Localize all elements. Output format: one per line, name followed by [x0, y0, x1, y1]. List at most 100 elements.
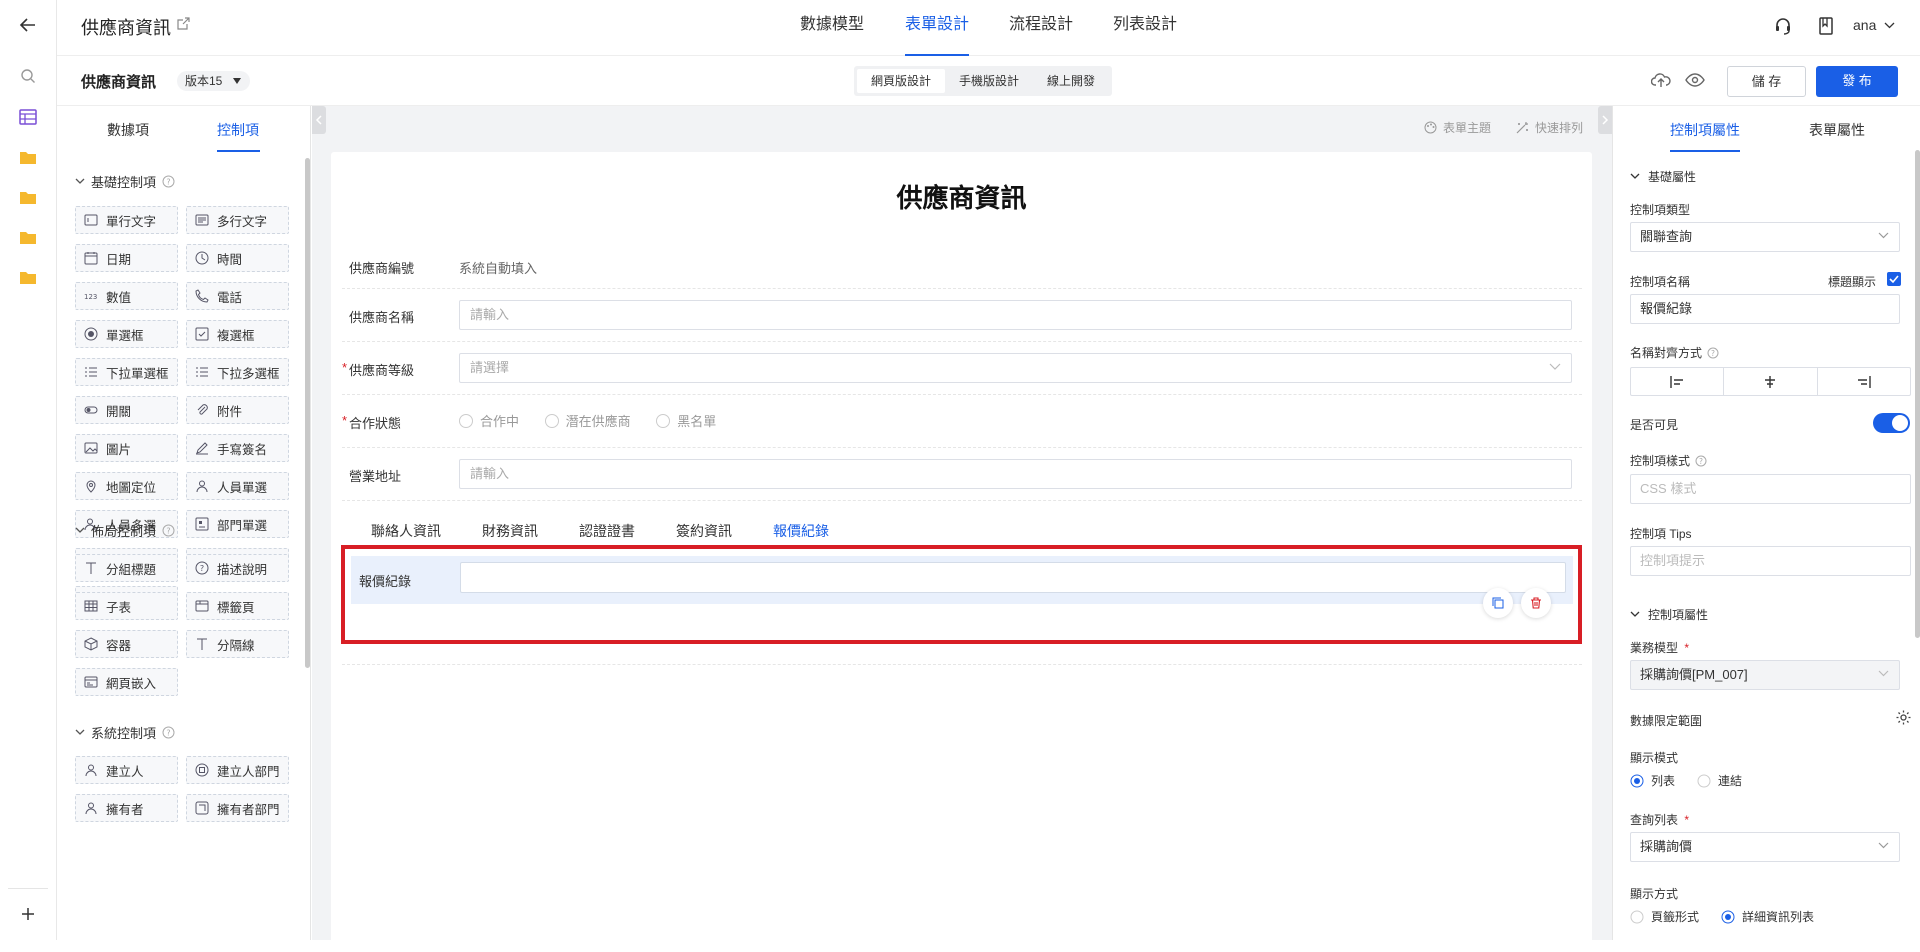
- folder-icon[interactable]: [17, 186, 39, 208]
- address-input[interactable]: 請輸入: [459, 459, 1572, 489]
- user-menu[interactable]: ana: [1853, 17, 1876, 33]
- tab-form-design[interactable]: 表單設計: [905, 0, 970, 56]
- field-row-cooperation-status[interactable]: * 合作狀態 合作中 潛在供應商 黑名單: [342, 395, 1582, 448]
- scrollbar[interactable]: [305, 158, 310, 668]
- tab-list-design[interactable]: 列表設計: [1113, 0, 1177, 56]
- control-item[interactable]: 分組標題: [75, 554, 178, 582]
- control-item[interactable]: 建立人: [75, 756, 178, 784]
- subtab-contacts[interactable]: 聯絡人資訊: [371, 521, 441, 541]
- subtab-contract[interactable]: 簽約資訊: [676, 521, 732, 541]
- mode-mobile[interactable]: 手機版設計: [945, 69, 1033, 93]
- help-circle-icon[interactable]: ?: [1707, 347, 1719, 359]
- tab-data-items[interactable]: 數據項: [107, 120, 149, 140]
- control-type-select[interactable]: 關聯查詢: [1630, 222, 1900, 252]
- folder-icon[interactable]: [17, 226, 39, 248]
- radio-option[interactable]: 潛在供應商: [544, 411, 631, 430]
- back-arrow-icon[interactable]: [17, 14, 39, 36]
- radio-option[interactable]: 合作中: [459, 411, 519, 430]
- supplier-level-select[interactable]: 請選擇: [459, 353, 1572, 383]
- align-center-button[interactable]: [1724, 368, 1818, 395]
- control-item[interactable]: 附件: [186, 396, 289, 424]
- radio-option-detail-list[interactable]: 詳細資訊列表: [1721, 908, 1814, 925]
- section-basic-properties[interactable]: 基礎屬性: [1630, 168, 1696, 185]
- scrollbar[interactable]: [1915, 150, 1920, 638]
- radio-option[interactable]: 黑名單: [656, 411, 716, 430]
- control-item[interactable]: 地圖定位: [75, 472, 178, 500]
- control-item[interactable]: 複選框: [186, 320, 289, 348]
- cloud-upload-icon[interactable]: [1651, 72, 1671, 88]
- publish-button[interactable]: 發 布: [1816, 66, 1898, 97]
- control-item[interactable]: ? 描述說明: [186, 554, 289, 582]
- control-item[interactable]: 分隔線: [186, 630, 289, 658]
- tab-form-properties[interactable]: 表單屬性: [1809, 120, 1865, 140]
- control-item[interactable]: 網頁嵌入: [75, 668, 178, 696]
- collapse-right-handle[interactable]: [1598, 106, 1612, 134]
- search-icon[interactable]: [17, 65, 39, 87]
- mode-online-dev[interactable]: 線上開發: [1033, 69, 1109, 93]
- query-list-select[interactable]: 採購詢價: [1630, 832, 1900, 862]
- preview-eye-icon[interactable]: [1685, 73, 1705, 87]
- subtab-certificates[interactable]: 認證證書: [579, 521, 635, 541]
- chevron-down-icon[interactable]: [1884, 22, 1895, 29]
- control-item[interactable]: 擁有者: [75, 794, 178, 822]
- tips-input[interactable]: 控制項提示: [1630, 546, 1911, 576]
- collapse-left-handle[interactable]: [312, 106, 326, 134]
- help-circle-icon[interactable]: ?: [1695, 455, 1707, 467]
- help-circle-icon[interactable]: ?: [162, 726, 175, 739]
- section-layout-controls[interactable]: 佈局控制項 ?: [75, 521, 175, 540]
- version-select[interactable]: 版本15: [177, 71, 251, 91]
- field-row-supplier-level[interactable]: * 供應商等級 請選擇: [342, 342, 1582, 395]
- control-item[interactable]: 開關: [75, 396, 178, 424]
- control-item[interactable]: 圖片: [75, 434, 178, 462]
- align-left-button[interactable]: [1631, 368, 1725, 395]
- gear-icon[interactable]: [1895, 709, 1912, 726]
- tab-flow-design[interactable]: 流程設計: [1009, 0, 1073, 56]
- tab-controls[interactable]: 控制項: [217, 120, 259, 140]
- control-item[interactable]: 下拉單選框: [75, 358, 178, 386]
- help-circle-icon[interactable]: ?: [162, 524, 175, 537]
- control-item[interactable]: 人員單選: [186, 472, 289, 500]
- radio-option-tabs[interactable]: 頁籤形式: [1630, 908, 1699, 925]
- section-system-controls[interactable]: 系統控制項 ?: [75, 723, 175, 742]
- tab-data-model[interactable]: 數據模型: [800, 0, 864, 56]
- control-item[interactable]: 手寫簽名: [186, 434, 289, 462]
- form-theme-button[interactable]: 表單主題: [1424, 119, 1491, 136]
- align-right-button[interactable]: [1818, 368, 1910, 395]
- control-item[interactable]: 多行文字: [186, 206, 289, 234]
- control-item[interactable]: 時間: [186, 244, 289, 272]
- control-item[interactable]: 電話: [186, 282, 289, 310]
- control-item[interactable]: 標籤頁: [186, 592, 289, 620]
- subtab-finance[interactable]: 財務資訊: [482, 521, 538, 541]
- supplier-name-input[interactable]: 請輸入: [459, 300, 1572, 330]
- external-link-icon[interactable]: [177, 17, 190, 30]
- control-item[interactable]: 下拉多選框: [186, 358, 289, 386]
- field-row-supplier-no[interactable]: 供應商編號 系統自動填入: [342, 244, 1582, 289]
- subtab-quotations[interactable]: 報價紀錄: [773, 521, 829, 541]
- section-control-properties[interactable]: 控制項屬性: [1630, 606, 1708, 623]
- headset-icon[interactable]: [1774, 17, 1792, 35]
- field-row-supplier-name[interactable]: 供應商名稱 請輸入: [342, 289, 1582, 342]
- tab-control-properties[interactable]: 控制項屬性: [1670, 120, 1740, 140]
- save-button[interactable]: 儲 存: [1727, 66, 1806, 97]
- section-basic-controls[interactable]: 基礎控制項 ?: [75, 172, 175, 191]
- control-name-input[interactable]: 報價紀錄: [1630, 294, 1900, 324]
- mode-web[interactable]: 網頁版設計: [857, 69, 946, 93]
- control-item[interactable]: 單行文字: [75, 206, 178, 234]
- plus-icon[interactable]: [17, 903, 39, 925]
- quick-arrange-button[interactable]: 快速排列: [1516, 119, 1583, 136]
- radio-option-link[interactable]: 連結: [1697, 772, 1742, 789]
- help-circle-icon[interactable]: ?: [162, 175, 175, 188]
- folder-icon[interactable]: [17, 266, 39, 288]
- control-item[interactable]: 擁有者部門: [186, 794, 289, 822]
- control-item[interactable]: 建立人部門: [186, 756, 289, 784]
- visible-toggle[interactable]: [1873, 413, 1910, 433]
- folder-icon[interactable]: [17, 146, 39, 168]
- radio-option-list[interactable]: 列表: [1630, 772, 1675, 789]
- field-row-address[interactable]: 營業地址 請輸入: [342, 448, 1582, 501]
- control-item[interactable]: 單選框: [75, 320, 178, 348]
- title-display-checkbox[interactable]: [1887, 272, 1901, 286]
- css-style-input[interactable]: CSS 樣式: [1630, 474, 1911, 504]
- control-item[interactable]: 容器: [75, 630, 178, 658]
- business-model-select[interactable]: 採購詢價[PM_007]: [1630, 660, 1900, 690]
- control-item[interactable]: 日期: [75, 244, 178, 272]
